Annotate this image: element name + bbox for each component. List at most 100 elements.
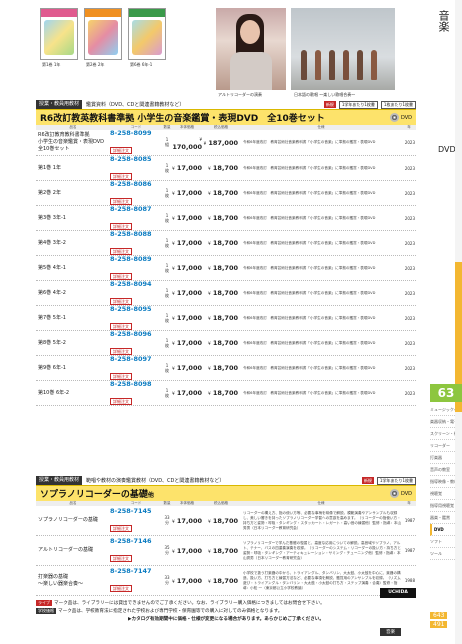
product-code-cell: 8-258-8088 詳細注文: [110, 230, 162, 257]
product-code[interactable]: 8-258-7146: [110, 537, 162, 545]
side-menu-item[interactable]: ツール: [430, 548, 455, 560]
detail-order-button[interactable]: 詳細注文: [110, 372, 132, 380]
page-tab[interactable]: 63: [430, 384, 462, 402]
product-name: 第7巻 5年-1: [38, 314, 66, 321]
product-code-cell: 8-258-7145 詳細注文: [110, 507, 162, 534]
note-library: ライブ マーク品は、ライブラリーには貸出できませんのでご了承ください。なお、ライブ…: [36, 600, 325, 606]
product-description: 令和6年度改訂 教育芸術社音楽教科書「小学生の音楽」に準拠の鑑賞・表現DVD: [243, 140, 376, 144]
price-with-tax: ¥ 18,700: [208, 239, 238, 247]
series-title-bar: ソプラノリコーダーの基礎他 DVD: [36, 485, 416, 501]
side-menu-item[interactable]: 楽器収納・電子楽器: [430, 416, 455, 428]
release-year: 2023: [404, 340, 415, 346]
dvd-cover-6: [128, 8, 166, 60]
caption-singing: 日本語の歌唱 ～楽しい歌唱合奏～: [294, 92, 356, 97]
header-code: コード: [130, 501, 142, 505]
detail-order-button[interactable]: 詳細注文: [110, 347, 132, 355]
product-description: 令和6年度改訂 教育芸術社音楽教科書「小学生の音楽」に準拠の鑑賞・表現DVD: [243, 165, 376, 170]
footer-badge: 音楽: [380, 628, 401, 636]
price: ¥ 17,000: [172, 239, 202, 247]
unit: 1 枚: [165, 287, 169, 298]
note-price-change: ▶カタログ有効期間中に価格・仕様が変更になる場合があります。あらかじめご了承くだ…: [127, 617, 324, 622]
unit: 1 枚: [165, 162, 169, 173]
side-menu-item-active[interactable]: DVD: [430, 524, 455, 536]
product-name: 第3巻 3年-1: [38, 214, 66, 221]
detail-order-button[interactable]: 詳細注文: [110, 147, 132, 154]
product-code[interactable]: 8-258-7147: [110, 567, 162, 575]
caption-vol2: 第2巻 2年: [86, 62, 105, 67]
price-with-tax: ¥ 18,700: [208, 389, 238, 397]
caption-vol1: 第1巻 1年: [42, 62, 61, 67]
product-code-cell: 8-258-7147 詳細注文: [110, 567, 162, 594]
dvd-badge: DVD: [389, 489, 412, 498]
detail-order-button[interactable]: 詳細注文: [110, 222, 132, 230]
detail-order-button[interactable]: 詳細注文: [110, 197, 132, 205]
detail-order-button[interactable]: 詳細注文: [110, 322, 132, 330]
side-menu-item[interactable]: 打楽器: [430, 452, 455, 464]
table-row: 第2巻 2年 8-258-8086 詳細注文 1 枚 ¥ 17,000 ¥ 18,700 令…: [36, 180, 416, 207]
detail-order-button[interactable]: 詳細注文: [110, 525, 132, 532]
product-code-cell: 8-258-8096 詳細注文: [110, 330, 162, 357]
product-code[interactable]: 8-258-8095: [110, 305, 162, 313]
release-year: 2023: [404, 240, 415, 246]
table-row: 第7巻 5年-1 8-258-8095 詳細注文 1 枚 ¥ 17,000 ¥ 18,70…: [36, 305, 416, 332]
detail-order-button[interactable]: 詳細注文: [110, 272, 132, 280]
product-name: 第5巻 4年-1: [38, 264, 66, 271]
detail-order-button[interactable]: 詳細注文: [110, 555, 132, 562]
detail-order-button[interactable]: 詳細注文: [110, 297, 132, 305]
side-menu-item[interactable]: 器楽・鑑賞: [430, 512, 455, 524]
side-menu-item[interactable]: 指導用視聴覚: [430, 500, 455, 512]
product-code[interactable]: 8-258-8096: [110, 330, 162, 338]
detail-order-button[interactable]: 詳細注文: [110, 585, 132, 592]
header-price: 本体価格: [180, 125, 194, 129]
page-number-643: 643: [430, 612, 448, 619]
table-row: ソプラノリコーダーの基礎 8-258-7145 詳細注文 33 分 ¥ 17,000 ¥ …: [36, 506, 416, 536]
header-spec: 仕様: [317, 125, 325, 129]
product-code[interactable]: 8-258-8094: [110, 280, 162, 288]
product-description: 令和6年度改訂 教育芸術社音楽教科書「小学生の音楽」に準拠の鑑賞・表現DVD: [243, 265, 376, 270]
product-name: ソプラノリコーダーの基礎: [38, 517, 98, 523]
product-code-cell: 8-258-8095 詳細注文: [110, 305, 162, 332]
price-with-tax: ¥ 18,700: [208, 189, 238, 197]
product-description: 令和6年度改訂 教育芸術社音楽教科書「小学生の音楽」に準拠の鑑賞・表現DVD: [243, 390, 376, 395]
header-name: 品名: [69, 125, 77, 129]
product-description: 令和6年度改訂 教育芸術社音楽教科書「小学生の音楽」に準拠の鑑賞・表現DVD: [243, 340, 376, 345]
product-code[interactable]: 8-258-8088: [110, 230, 162, 238]
table-row: 第4巻 3年-2 8-258-8088 詳細注文 1 枚 ¥ 17,000 ¥ 18,70…: [36, 230, 416, 257]
product-name: 第2巻 2年: [38, 189, 61, 196]
product-code[interactable]: 8-258-8086: [110, 180, 162, 188]
side-menu-item[interactable]: スクリーン・補助教材: [430, 428, 455, 440]
detail-order-button[interactable]: 詳細注文: [110, 172, 132, 180]
series-title: R6改訂教英教科書準拠 小学生の音楽鑑賞・表現DVD 全10巻セット: [40, 114, 325, 124]
detail-order-button[interactable]: 詳細注文: [110, 397, 132, 405]
side-menu-item[interactable]: 指導映像・教材: [430, 476, 455, 488]
product-code[interactable]: 8-258-7145: [110, 507, 162, 515]
product-code-cell: 8-258-8094 詳細注文: [110, 280, 162, 307]
product-code[interactable]: 8-258-8097: [110, 355, 162, 363]
product-images: 第1巻 1年 第2巻 2年 第6巻 6年-1 アルトリコーダーの演奏 日本語の歌…: [36, 4, 406, 97]
product-description: 令和6年度改訂 教育芸術社音楽教科書「小学生の音楽」に準拠の鑑賞・表現DVD: [243, 315, 376, 320]
product-code[interactable]: 8-258-8098: [110, 380, 162, 388]
product-description: 令和6年度改訂 教育芸術社音楽教科書「小学生の音楽」に準拠の鑑賞・表現DVD: [243, 190, 376, 195]
product-code[interactable]: 8-258-8099: [110, 129, 162, 137]
product-code[interactable]: 8-258-8089: [110, 255, 162, 263]
product-code[interactable]: 8-258-8085: [110, 155, 162, 163]
table-header: 品名 コード 数量 本体価格 税込価格 仕様 年: [36, 501, 416, 506]
detail-order-button[interactable]: 詳細注文: [110, 247, 132, 255]
product-name: R6改訂教育教科書準拠 小学生の音楽鑑賞・表現DVD 全10巻セット: [38, 132, 105, 152]
side-menu-item[interactable]: ソフト: [430, 536, 455, 548]
side-menu-item[interactable]: リコーダー: [430, 440, 455, 452]
category-tag: 授業・教員用教材: [36, 100, 83, 109]
release-year: 2023: [404, 265, 415, 271]
category-tag: 授業・教員用教材: [36, 476, 83, 485]
release-year: 1987: [404, 548, 415, 553]
price: ¥ 17,000: [172, 214, 202, 222]
product-name: アルトリコーダーの基礎: [38, 547, 93, 553]
release-year: 2023: [404, 315, 415, 321]
unit: 35 分: [164, 545, 170, 555]
product-code-cell: 8-258-8086 詳細注文: [110, 180, 162, 207]
side-index-menu: ミュージックベル 楽器収納・電子楽器 スクリーン・補助教材 リコーダー 打楽器 …: [430, 404, 455, 560]
side-menu-item[interactable]: ミュージックベル: [430, 404, 455, 416]
side-menu-item[interactable]: 音声の教室: [430, 464, 455, 476]
product-code[interactable]: 8-258-8087: [110, 205, 162, 213]
side-menu-item[interactable]: 視聴覚: [430, 488, 455, 500]
